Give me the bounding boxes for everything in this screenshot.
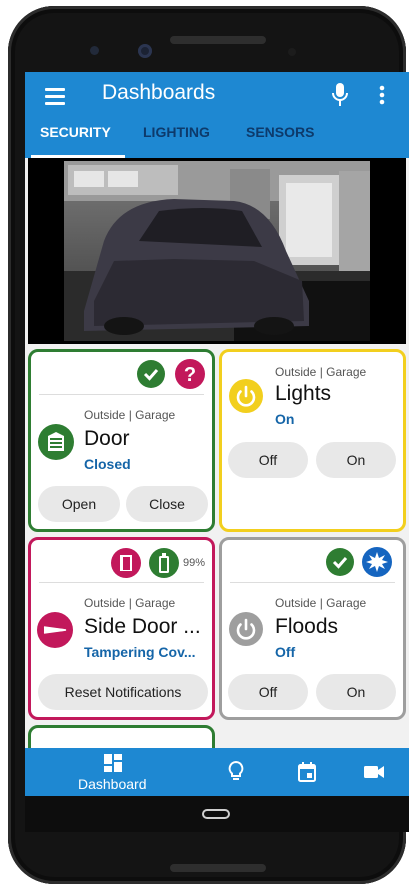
camera-card[interactable] (28, 158, 406, 344)
nav-dashboard[interactable]: Dashboard (65, 748, 165, 796)
card-divider (39, 582, 204, 583)
floods-state: Off (275, 644, 296, 660)
card-divider (39, 394, 204, 395)
floods-card: Outside | Garage Floods Off Off On (219, 537, 406, 720)
battery-level: 99% (183, 557, 206, 569)
earpiece-speaker (170, 36, 266, 44)
door-open-button[interactable]: Open (38, 486, 120, 522)
door-card: ? Outside | Garage Door Closed Open Clos… (28, 349, 215, 532)
tab-sensors[interactable]: SENSORS (246, 122, 314, 158)
app-bar: Dashboards SECURITY LIGHTING SENSORS (25, 72, 409, 158)
door-close-button[interactable]: Close (126, 486, 208, 522)
door-state: Closed (84, 456, 131, 472)
page-title: Dashboards (102, 81, 216, 104)
side-door-state: Tampering Cov... (84, 644, 196, 660)
floods-location: Outside | Garage (275, 596, 367, 610)
microphone-icon[interactable] (330, 82, 350, 108)
power-icon (229, 612, 263, 646)
app-screen: Dashboards SECURITY LIGHTING SENSORS ? O… (25, 72, 409, 832)
lights-location: Outside | Garage (275, 365, 367, 379)
more-vert-icon[interactable] (377, 83, 387, 107)
help-icon: ? (175, 359, 205, 389)
lightbulb-icon[interactable] (227, 760, 245, 784)
dashboard-content: ? Outside | Garage Door Closed Open Clos… (25, 158, 409, 765)
svg-text:?: ? (184, 364, 196, 386)
check-icon (326, 548, 354, 576)
system-nav-bar (25, 796, 409, 832)
tab-security[interactable]: SECURITY (40, 122, 111, 158)
lights-on-button[interactable]: On (316, 442, 396, 478)
floods-off-button[interactable]: Off (228, 674, 308, 710)
side-door-card: 99% Outside | Garage Side Door ... Tampe… (28, 537, 215, 720)
dashboard-icon (104, 754, 122, 772)
front-camera (138, 44, 152, 58)
door-name: Door (84, 427, 130, 450)
camera-snapshot (64, 161, 370, 341)
weather-burst-icon (362, 547, 392, 577)
nav-dashboard-label: Dashboard (78, 776, 147, 792)
check-icon (137, 360, 165, 388)
home-gesture-pill[interactable] (202, 809, 230, 819)
door-open-icon (111, 548, 141, 578)
garage-door-icon (38, 424, 74, 460)
bottom-speaker (170, 864, 266, 872)
lights-state: On (275, 411, 295, 427)
bottom-nav: Dashboard (25, 748, 409, 796)
door-location: Outside | Garage (84, 408, 176, 422)
proximity-sensor (288, 48, 296, 56)
reset-notifications-button[interactable]: Reset Notifications (38, 674, 208, 710)
power-icon (229, 379, 263, 413)
side-door-location: Outside | Garage (84, 596, 176, 610)
floods-on-button[interactable]: On (316, 674, 396, 710)
menu-icon[interactable] (45, 84, 69, 108)
tab-bar: SECURITY LIGHTING SENSORS (25, 122, 409, 158)
calendar-icon[interactable] (297, 761, 317, 783)
lights-card: Outside | Garage Lights On Off On (219, 349, 406, 532)
card-divider (230, 582, 395, 583)
side-door-name: Side Door ... (84, 615, 201, 638)
lights-name: Lights (275, 382, 332, 405)
contact-sensor-icon (37, 612, 73, 648)
battery-icon (149, 548, 179, 578)
lights-off-button[interactable]: Off (228, 442, 308, 478)
tab-lighting[interactable]: LIGHTING (143, 122, 210, 158)
front-sensor (90, 46, 99, 55)
floods-name: Floods (275, 615, 339, 638)
videocam-icon[interactable] (363, 764, 385, 780)
